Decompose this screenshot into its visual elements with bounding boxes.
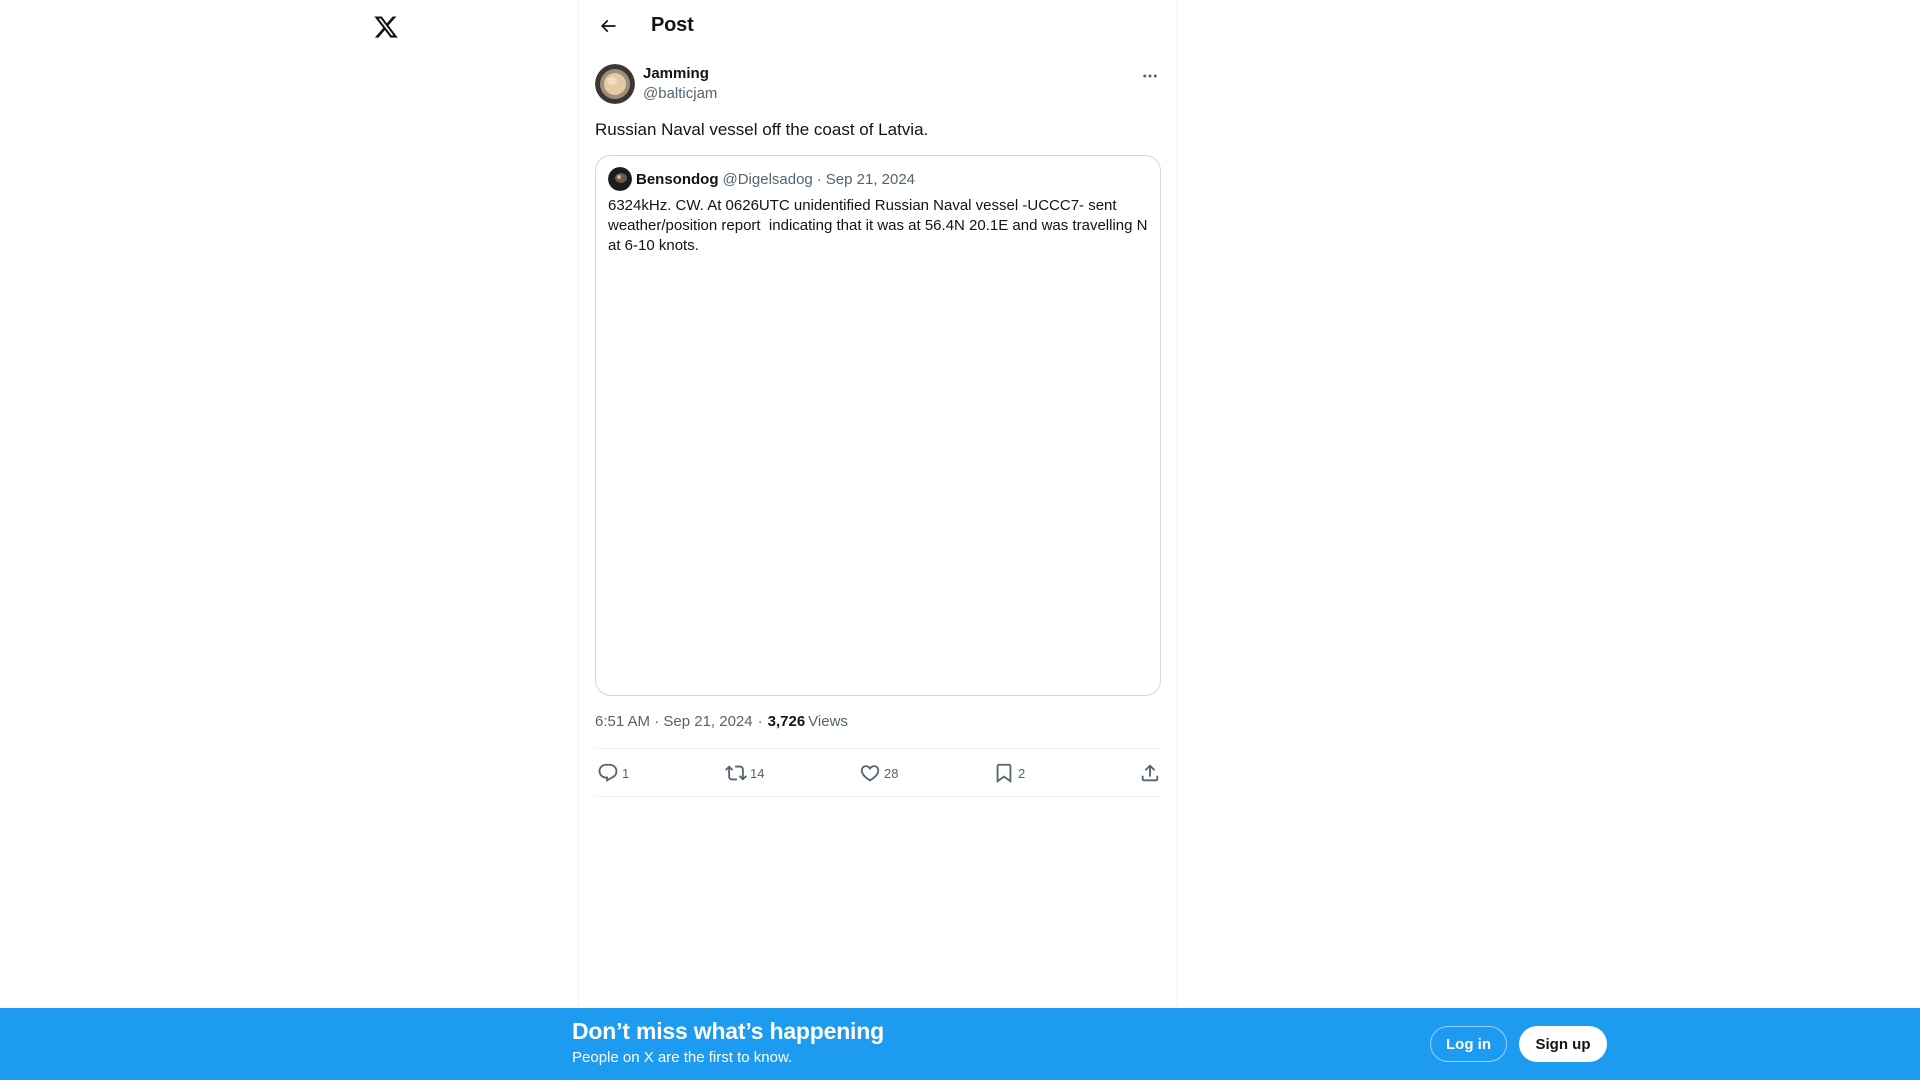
avatar[interactable] [595,64,635,104]
bookmark-count: 2 [1018,765,1026,781]
signup-button[interactable]: Sign up [1519,1026,1607,1062]
left-rail [0,0,578,1080]
banner-subtitle: People on X are the first to know. [572,1049,793,1066]
separator: · [757,712,763,730]
post-timestamp[interactable]: 6:51 AM · Sep 21, 2024 [595,713,753,730]
repost-count: 14 [750,765,765,781]
author-handle[interactable]: @balticjam [643,85,717,102]
reply-button[interactable]: 1 [597,761,629,785]
like-icon [860,765,880,782]
repost-button[interactable]: 14 [725,761,764,785]
views-label: Views [808,712,848,730]
login-button[interactable]: Log in [1430,1026,1507,1062]
back-arrow-icon [600,19,616,33]
post-text: Russian Naval vessel off the coast of La… [595,120,929,139]
quoted-date: Sep 21, 2024 [825,170,916,188]
more-icon [1143,74,1157,78]
quoted-post-header: Bensondog @Digelsadog · Sep 21, 2024 [608,167,916,191]
bookmark-button[interactable]: 2 [993,761,1025,785]
avatar [608,167,632,191]
banner-title: Don’t miss what’s happening [572,1018,884,1044]
author-name[interactable]: Jamming [643,65,709,82]
x-logo-icon[interactable] [372,12,400,42]
page-header: Post [579,0,1177,53]
bookmark-icon [996,763,1012,784]
repost-icon [725,765,747,781]
quoted-post-text: 6324kHz. CW. At 0626UTC unidentified Rus… [608,197,1152,254]
post-meta: 6:51 AM · Sep 21, 2024 · 3,726 Views [595,710,848,732]
share-button[interactable] [1139,761,1164,785]
back-button[interactable] [591,9,625,43]
quoted-post[interactable]: Bensondog @Digelsadog · Sep 21, 2024 632… [595,155,1161,696]
page-title: Post [651,14,694,36]
quoted-author-handle: @Digelsadog [722,170,813,188]
signup-banner: Don’t miss what’s happening People on X … [0,1008,1920,1080]
separator: · [816,170,822,188]
post-author: Jamming @balticjam [595,64,1161,106]
action-bar: 1 14 28 2 [595,748,1161,797]
more-button[interactable] [1139,66,1161,86]
main-column: Post Jamming @balticjam Russian Naval ve… [578,0,1178,1080]
quoted-author-name: Bensondog [636,170,719,188]
like-count: 28 [884,765,899,781]
reply-icon [598,763,618,782]
reply-count: 1 [622,765,630,781]
views-count: 3,726 [767,712,806,730]
like-button[interactable]: 28 [859,761,898,785]
share-icon [1141,764,1159,782]
